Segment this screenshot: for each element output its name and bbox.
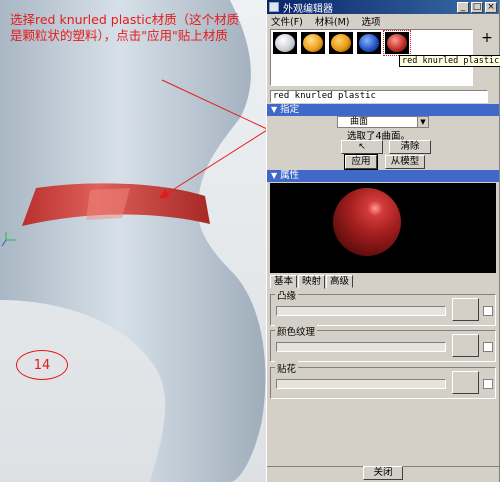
maximize-button[interactable]: □ [471,1,483,13]
menu-options[interactable]: 选项 [362,14,381,28]
add-material-button[interactable]: + [479,31,495,46]
tab-basic[interactable]: 基本 [270,275,298,288]
color-texture-button[interactable] [452,334,479,357]
properties-section-title: 属性 [280,170,300,181]
menu-file[interactable]: 文件(F) [271,14,303,28]
annotation-text: 选择red knurled plastic材质（这个材质是颗粒状的塑料），点击"… [10,12,240,43]
bump-label: 凸缘 [275,288,299,302]
dialog-title: 外观编辑器 [283,3,333,15]
assign-section-title: 指定 [280,104,300,115]
swatch-yellow[interactable] [301,32,325,54]
properties-tabs: 基本 映射 高级 [270,275,354,289]
color-texture-slider[interactable] [276,342,446,352]
decal-checkbox[interactable] [483,379,493,389]
material-name-field[interactable]: red knurled plastic [270,90,488,103]
from-model-button[interactable]: 从模型 [385,155,425,169]
bump-group: 凸缘 [270,288,496,326]
menu-material[interactable]: 材料(M) [315,14,350,28]
swatch-white[interactable] [273,32,297,54]
remove-material-button[interactable]: − [479,49,495,64]
select-button[interactable]: ↖ [341,140,383,154]
minimize-button[interactable]: _ [457,1,469,13]
collapse-triangle-icon: ▼ [271,105,278,114]
close-window-button[interactable]: × [485,1,497,13]
dialog-titlebar: 外观编辑器 _ □ × [267,0,499,15]
bump-checkbox[interactable] [483,306,493,316]
decal-slider[interactable] [276,379,446,389]
tab-advanced[interactable]: 高级 [326,275,354,288]
model-body [0,0,266,482]
appearance-editor-dialog: 外观编辑器 _ □ × 文件(F) 材料(M) 选项 red knurled p… [266,0,500,482]
material-preview [270,183,496,273]
tab-mapping[interactable]: 映射 [298,275,326,289]
decal-texture-button[interactable] [452,371,479,394]
decal-label: 贴花 [275,361,299,375]
step-number: 14 [16,350,68,380]
color-texture-label: 颜色纹理 [275,324,318,338]
bump-texture-button[interactable] [452,298,479,321]
color-texture-group: 颜色纹理 [270,324,496,362]
combo-value: 曲面 [350,117,369,127]
swatch-orange[interactable] [329,32,353,54]
apply-button[interactable]: 应用 [344,154,378,170]
assign-section-header[interactable]: ▼ 指定 [267,104,499,116]
preview-sphere [333,188,401,256]
swatch-red-knurled-plastic[interactable] [383,30,411,56]
chevron-down-icon: ▼ [417,117,428,127]
color-texture-checkbox[interactable] [483,342,493,352]
cursor-arrow-icon: ↖ [358,142,366,152]
bump-slider[interactable] [276,306,446,316]
collapse-triangle-icon: ▼ [271,171,278,180]
clear-button[interactable]: 清除 [389,140,431,154]
properties-section-header[interactable]: ▼ 属性 [267,170,499,182]
close-button[interactable]: 关闭 [363,466,403,480]
menubar: 文件(F) 材料(M) 选项 [267,14,499,28]
app-icon [269,2,279,12]
swatch-blue[interactable] [357,32,381,54]
assign-type-combo[interactable]: 曲面 ▼ [337,116,429,128]
decal-group: 贴花 [270,361,496,399]
